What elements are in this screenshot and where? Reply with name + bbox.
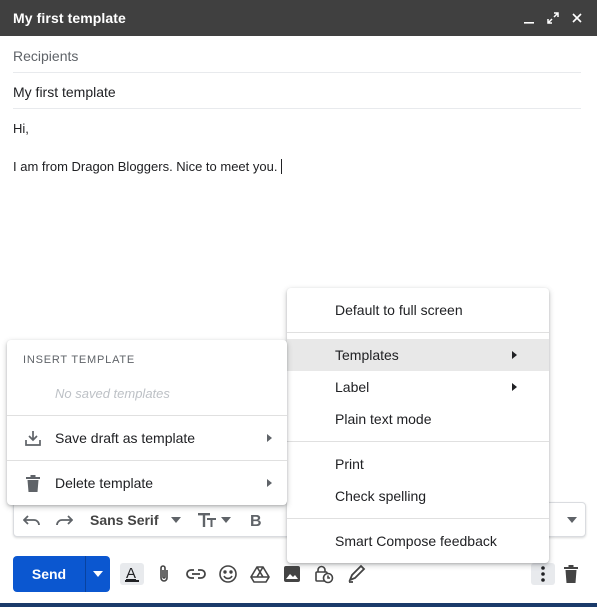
- minimize-icon[interactable]: [519, 8, 539, 28]
- recipients-field[interactable]: Recipients: [13, 37, 581, 73]
- menu-item-label: Delete template: [55, 475, 154, 491]
- menu-item-plain-text-mode[interactable]: Plain text mode: [287, 403, 549, 435]
- submenu-arrow-icon: [512, 383, 517, 391]
- menu-item-default-full-screen[interactable]: Default to full screen: [287, 294, 549, 326]
- more-options-icon[interactable]: [531, 563, 555, 585]
- link-icon[interactable]: [184, 563, 208, 585]
- text-size-icon[interactable]: [197, 510, 219, 530]
- drive-icon[interactable]: [248, 563, 272, 585]
- formatting-options-icon[interactable]: A: [120, 563, 144, 585]
- text-caret: [281, 159, 283, 174]
- more-options-menu: Default to full screen Templates Label P…: [287, 288, 549, 563]
- body-line: I am from Dragon Bloggers. Nice to meet …: [13, 159, 581, 178]
- svg-text:A: A: [126, 565, 136, 582]
- more-formatting-icon[interactable]: [564, 510, 580, 530]
- insert-template-header: INSERT TEMPLATE: [23, 354, 136, 366]
- svg-text:B: B: [250, 513, 262, 528]
- menu-item-check-spelling[interactable]: Check spelling: [287, 480, 549, 512]
- templates-submenu: INSERT TEMPLATE No saved templates Save …: [7, 340, 287, 505]
- menu-divider: [287, 332, 549, 333]
- menu-item-label[interactable]: Label: [287, 371, 549, 403]
- no-saved-templates-text: No saved templates: [55, 386, 170, 401]
- message-body[interactable]: Hi, I am from Dragon Bloggers. Nice to m…: [13, 121, 581, 178]
- trash-icon: [23, 473, 43, 493]
- send-options-chevron-icon[interactable]: [86, 556, 110, 592]
- undo-icon[interactable]: [22, 510, 42, 530]
- close-icon[interactable]: [567, 8, 587, 28]
- menu-item-label: Save draft as template: [55, 430, 196, 446]
- compose-titlebar: My first template: [0, 0, 597, 36]
- menu-item-label: Plain text mode: [335, 411, 432, 427]
- window-bottom-edge: [0, 603, 597, 607]
- menu-item-print[interactable]: Print: [287, 448, 549, 480]
- photo-icon[interactable]: [280, 563, 304, 585]
- signature-icon[interactable]: [344, 563, 368, 585]
- chevron-down-icon[interactable]: [170, 510, 182, 530]
- subject-field[interactable]: My first template: [13, 73, 581, 109]
- menu-item-label: Check spelling: [335, 488, 427, 504]
- send-button[interactable]: Send: [13, 556, 85, 592]
- body-line-text: I am from Dragon Bloggers. Nice to meet …: [13, 159, 278, 174]
- send-button-group: Send: [13, 556, 110, 592]
- menu-item-label: Smart Compose feedback: [335, 533, 497, 549]
- compose-title: My first template: [13, 10, 126, 26]
- discard-icon[interactable]: [559, 563, 583, 585]
- menu-item-save-draft-as-template[interactable]: Save draft as template: [7, 416, 287, 460]
- menu-item-label: Templates: [335, 347, 399, 363]
- submenu-arrow-icon: [267, 479, 272, 487]
- menu-item-label-text: Label: [335, 379, 370, 395]
- body-line: [13, 140, 581, 159]
- chevron-down-icon[interactable]: [220, 510, 232, 530]
- font-select-label: Sans Serif: [90, 512, 159, 528]
- expand-icon[interactable]: [543, 8, 563, 28]
- menu-item-delete-template[interactable]: Delete template: [7, 461, 287, 505]
- attach-icon[interactable]: [152, 563, 176, 585]
- menu-divider: [287, 518, 549, 519]
- submenu-arrow-icon: [267, 434, 272, 442]
- menu-item-smart-compose-feedback[interactable]: Smart Compose feedback: [287, 525, 549, 557]
- download-icon: [23, 428, 43, 448]
- bold-icon[interactable]: B: [246, 510, 266, 530]
- font-select[interactable]: Sans Serif: [90, 510, 160, 530]
- menu-item-templates[interactable]: Templates: [287, 339, 549, 371]
- redo-icon[interactable]: [54, 510, 74, 530]
- emoji-icon[interactable]: [216, 563, 240, 585]
- menu-item-label: Default to full screen: [335, 302, 463, 318]
- menu-divider: [287, 441, 549, 442]
- menu-item-label: Print: [335, 456, 364, 472]
- body-line: Hi,: [13, 121, 29, 136]
- confidential-icon[interactable]: [312, 563, 336, 585]
- submenu-arrow-icon: [512, 351, 517, 359]
